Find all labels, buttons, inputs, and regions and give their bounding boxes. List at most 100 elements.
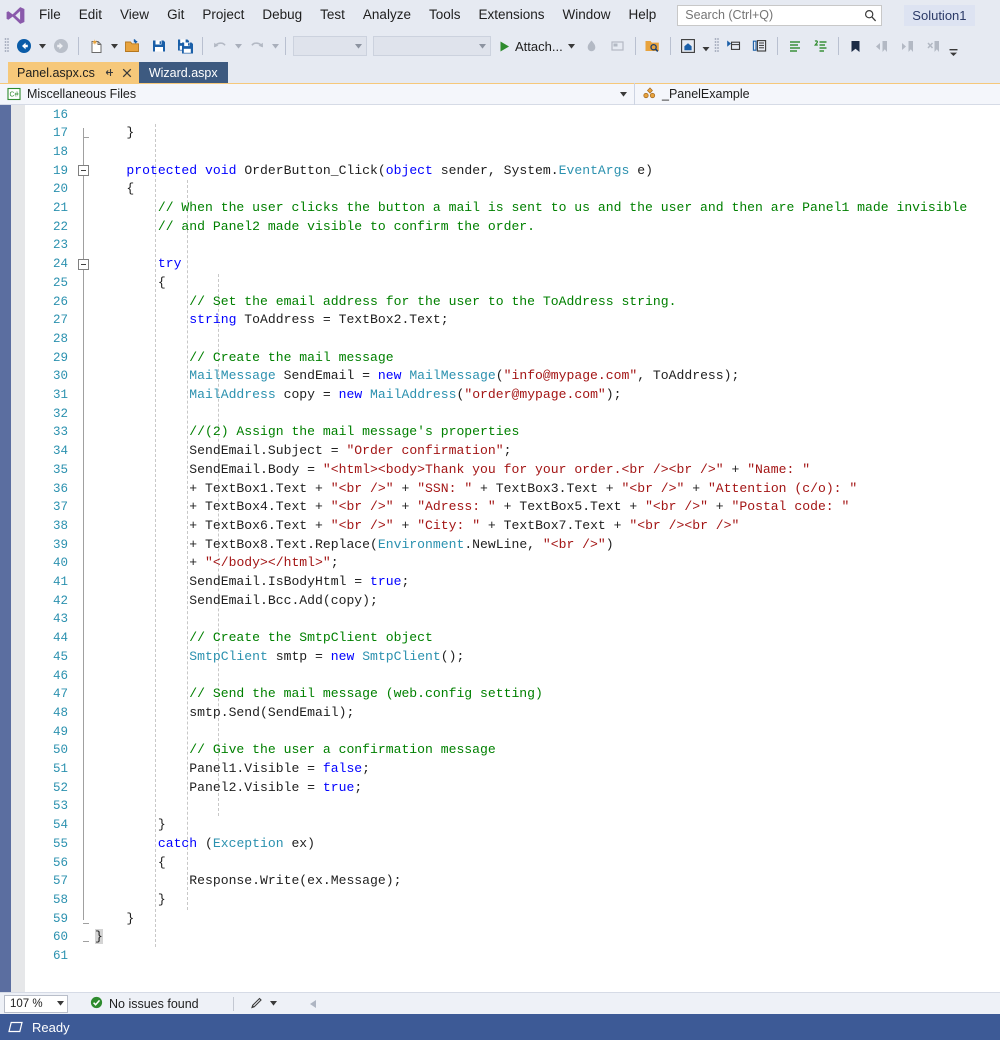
search-input[interactable] [685,8,864,22]
code-token: ) [605,536,614,552]
zoom-level-combo[interactable]: 107 % [4,994,68,1013]
code-token: + TextBox4.Text + [95,499,331,515]
navigate-backward-button[interactable] [11,34,37,58]
outlining-margin[interactable] [73,105,95,992]
tab-panel-aspx-cs[interactable]: Panel.aspx.cs [8,62,139,83]
code-line[interactable]: //(2) Assign the mail message's properti… [95,423,519,442]
code-token: + TextBox8.Text.Replace( [95,536,378,552]
menu-file[interactable]: File [30,0,70,30]
code-token: ; [362,761,371,776]
save-button[interactable] [146,34,172,58]
code-line[interactable]: { [95,274,166,293]
code-line[interactable]: MailAddress copy = new MailAddress("orde… [95,386,621,405]
menu-analyze[interactable]: Analyze [354,0,420,30]
code-line[interactable]: // Send the mail message (web.config set… [95,685,543,704]
navigate-backward-dropdown[interactable] [37,34,48,58]
chevron-down-icon[interactable] [620,83,627,105]
code-line[interactable]: } [95,124,134,143]
code-line[interactable]: smtp.Send(SendEmail); [95,704,354,723]
attach-to-process-button[interactable]: Attach... [494,34,579,58]
new-file-dropdown[interactable] [109,34,120,58]
member-dropdown[interactable]: _PanelExample [635,83,1000,105]
code-token: new [377,368,410,384]
code-line[interactable]: Response.Write(ex.Message); [95,872,401,891]
pen-dropdown-caret[interactable] [269,1001,277,1006]
project-dropdown[interactable]: C# Miscellaneous Files [0,83,635,105]
pin-icon[interactable] [104,67,115,78]
code-line[interactable]: // When the user clicks the button a mai… [95,199,967,218]
menu-test[interactable]: Test [311,0,354,30]
code-line[interactable]: catch (Exception ex) [95,835,315,854]
code-line[interactable]: string ToAddress = TextBox2.Text; [95,311,448,330]
code-line[interactable]: + TextBox4.Text + "<br />" + "Adress: " … [95,498,849,517]
find-in-files-button[interactable] [640,34,666,58]
code-line[interactable]: Panel1.Visible = false; [95,760,370,779]
menu-window[interactable]: Window [554,0,620,30]
code-line[interactable]: // and Panel2 made visible to confirm th… [95,218,535,237]
collapse-region-button[interactable] [78,258,89,270]
toolbar-separator [634,37,636,55]
code-line[interactable]: } [95,816,166,835]
code-line[interactable]: } [95,910,134,929]
line-number: 39 [52,537,68,552]
code-line[interactable]: + TextBox8.Text.Replace(Environment.NewL… [95,536,614,555]
toggle-bookmark-button[interactable] [843,34,869,58]
code-line[interactable]: SendEmail.Body = "<html><body>Thank you … [95,461,810,480]
code-line[interactable]: + "</body></html>"; [95,554,338,573]
comment-selection-button[interactable] [782,34,808,58]
toolbox-button[interactable] [747,34,773,58]
menu-view[interactable]: View [111,0,158,30]
code-line[interactable]: + TextBox1.Text + "<br />" + "SSN: " + T… [95,480,857,499]
solution-explorer-button[interactable] [675,34,701,58]
code-line[interactable]: + TextBox6.Text + "<br />" + "City: " + … [95,517,739,536]
code-line[interactable]: // Give the user a confirmation message [95,741,495,760]
code-line[interactable]: SendEmail.Subject = "Order confirmation"… [95,442,511,461]
code-line[interactable]: SmtpClient smtp = new SmtpClient(); [95,648,464,667]
code-token: "<br />" [330,480,394,496]
chevron-down-icon [567,43,575,49]
code-line[interactable]: try [95,255,182,274]
code-line[interactable]: } [95,891,166,910]
collapse-region-button[interactable] [78,165,89,177]
open-file-button[interactable] [120,34,146,58]
close-icon[interactable] [122,68,132,78]
code-line[interactable]: { [95,180,134,199]
code-line[interactable]: // Set the email address for the user to… [95,293,676,312]
code-text-area[interactable]: } protected void OrderButton_Click(objec… [95,105,1000,992]
quick-search-box[interactable] [677,4,883,26]
solution-platform-combo[interactable] [373,36,491,56]
menu-edit[interactable]: Edit [70,0,111,30]
menu-git[interactable]: Git [158,0,193,30]
code-line[interactable]: // Create the SmtpClient object [95,629,433,648]
outlining-guide-line [83,259,84,827]
menu-extensions[interactable]: Extensions [469,0,553,30]
menu-tools[interactable]: Tools [420,0,470,30]
code-line[interactable]: SendEmail.IsBodyHtml = true; [95,573,409,592]
code-token: catch [95,835,206,851]
solution-explorer-dropdown[interactable] [701,34,712,58]
code-line[interactable]: Panel2.Visible = true; [95,779,362,798]
toolbar-grip-handle[interactable] [2,36,11,56]
save-all-button[interactable] [172,34,198,58]
menu-debug[interactable]: Debug [253,0,311,30]
properties-window-button[interactable] [721,34,747,58]
code-token: "<br />" [330,499,394,515]
code-line[interactable]: MailMessage SendEmail = new MailMessage(… [95,367,739,386]
code-line[interactable]: } [95,928,103,947]
pen-icon[interactable] [248,997,263,1011]
new-file-button[interactable] [83,34,109,58]
code-line[interactable]: SendEmail.Bcc.Add(copy); [95,592,378,611]
toolbar-overflow-button[interactable] [947,33,961,60]
menu-project[interactable]: Project [193,0,253,30]
solution-configuration-combo[interactable] [293,36,367,56]
toolbar-grip-handle[interactable] [712,36,721,56]
code-line[interactable]: // Create the mail message [95,349,393,368]
menu-help[interactable]: Help [620,0,666,30]
outlining-end-cap [83,941,89,943]
code-line[interactable]: protected void OrderButton_Click(object … [95,162,653,181]
uncomment-selection-button[interactable] [808,34,834,58]
issues-status[interactable]: No issues found [90,996,199,1012]
code-editor[interactable]: 16 17 18 19 20 21 22 23 24 25 26 27 28 29 30 31 32 33 34 35… [0,105,1000,992]
code-line[interactable]: { [95,854,166,873]
tab-wizard-aspx[interactable]: Wizard.aspx [138,62,228,83]
